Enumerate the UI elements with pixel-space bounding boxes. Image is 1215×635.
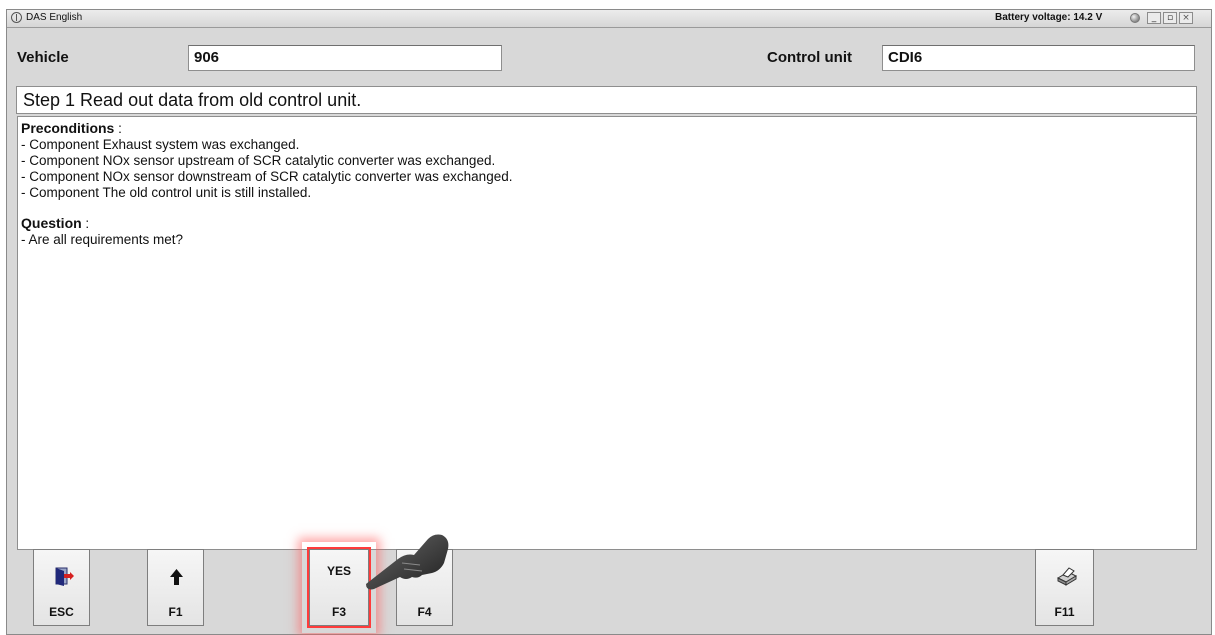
instructions-panel: Preconditions : - Component Exhaust syst… xyxy=(17,116,1197,550)
close-button[interactable]: × xyxy=(1179,12,1193,24)
battery-voltage: Battery voltage: 14.2 V xyxy=(995,12,1103,23)
yes-label: YES xyxy=(326,564,351,578)
pointing-hand-icon xyxy=(362,527,452,591)
restore-button[interactable]: ▫ xyxy=(1163,12,1177,24)
precondition-item: - Component Exhaust system was exchanged… xyxy=(21,137,300,152)
preconditions-heading: Preconditions : xyxy=(21,120,1196,137)
f3-label: F3 xyxy=(331,605,346,619)
vehicle-field: 906 xyxy=(188,45,502,71)
question-item: - Are all requirements met? xyxy=(21,232,184,247)
control-unit-field: CDI6 xyxy=(882,45,1195,71)
f4-label: F4 xyxy=(417,605,432,619)
printer-icon xyxy=(1036,566,1093,588)
esc-label: ESC xyxy=(49,605,74,619)
minimize-button[interactable]: _ xyxy=(1147,12,1161,24)
question-title: Question xyxy=(21,215,82,231)
control-unit-label: Control unit xyxy=(767,49,852,66)
f3-yes-button[interactable]: YES F3 xyxy=(307,547,371,628)
precondition-item: - Component NOx sensor downstream of SCR… xyxy=(21,169,513,184)
battery-status-icon xyxy=(1130,13,1140,23)
step-title: Step 1 Read out data from old control un… xyxy=(16,86,1197,114)
vehicle-label: Vehicle xyxy=(17,49,69,66)
mercedes-star-icon xyxy=(11,12,22,23)
f11-label: F11 xyxy=(1054,605,1075,619)
f11-button[interactable]: F11 xyxy=(1035,549,1094,626)
preconditions-title: Preconditions xyxy=(21,120,115,136)
precondition-item: - Component The old control unit is stil… xyxy=(21,185,312,200)
question-colon: : xyxy=(81,216,90,231)
arrow-up-icon xyxy=(148,566,203,588)
f1-label: F1 xyxy=(168,605,183,619)
f1-button[interactable]: F1 xyxy=(147,549,204,626)
esc-button[interactable]: ESC xyxy=(33,549,90,626)
title-bar: DAS English Battery voltage: 14.2 V _ ▫ … xyxy=(7,10,1211,28)
exit-door-icon xyxy=(34,566,89,588)
preconditions-colon: : xyxy=(114,121,122,136)
question-heading: Question : xyxy=(21,215,1196,232)
precondition-item: - Component NOx sensor upstream of SCR c… xyxy=(21,153,496,168)
app-title: DAS English xyxy=(26,12,83,23)
